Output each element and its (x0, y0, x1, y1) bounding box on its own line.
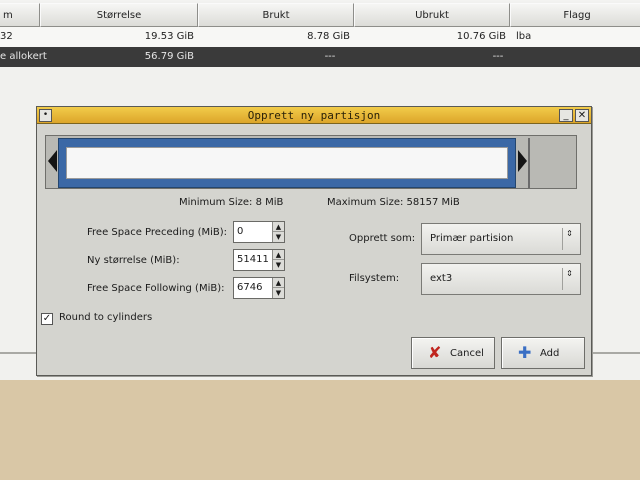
table-row[interactable]: 32 19.53 GiB 8.78 GiB 10.76 GiB lba (0, 27, 640, 47)
preceding-label: Free Space Preceding (MiB): (87, 227, 228, 238)
column-header-flags[interactable]: Flagg (510, 3, 640, 27)
cell-used: 8.78 GiB (307, 31, 350, 42)
spin-up-icon[interactable]: ▲ (273, 222, 284, 232)
combo-arrows-icon: ⇕ (562, 228, 576, 250)
create-as-label: Opprett som: (349, 233, 416, 244)
preceding-spinbox[interactable]: 0 ▲ ▼ (233, 221, 285, 243)
following-spinbox[interactable]: 6746 ▲ ▼ (233, 277, 285, 299)
spin-down-icon[interactable]: ▼ (273, 232, 284, 242)
column-header-size[interactable]: Størrelse (40, 3, 198, 27)
preceding-value[interactable]: 0 (237, 222, 243, 242)
dialog-title: Opprett ny partisjon (247, 109, 381, 122)
cancel-label: Cancel (450, 348, 484, 359)
add-label: Add (540, 348, 560, 359)
cell-flags: lba (516, 31, 532, 42)
spin-down-icon[interactable]: ▼ (273, 260, 284, 270)
column-header-partition[interactable]: m (0, 3, 40, 27)
following-value[interactable]: 6746 (237, 278, 262, 298)
cancel-button[interactable]: ✘ Cancel (411, 337, 495, 369)
new-size-value[interactable]: 51411 (237, 250, 269, 270)
spin-up-icon[interactable]: ▲ (273, 278, 284, 288)
create-as-value: Primær partision (430, 233, 514, 244)
create-partition-dialog: • Opprett ny partisjon _ ✕ Minimum Size:… (36, 106, 592, 376)
cell-unused: 10.76 GiB (456, 31, 506, 42)
new-size-spinbox[interactable]: 51411 ▲ ▼ (233, 249, 285, 271)
partition-bar[interactable] (58, 138, 516, 188)
cell-size: 56.79 GiB (144, 51, 194, 62)
right-resize-handle-icon[interactable] (518, 150, 527, 172)
cell-unused: --- (492, 51, 504, 62)
spin-down-icon[interactable]: ▼ (273, 288, 284, 298)
spin-up-icon[interactable]: ▲ (273, 250, 284, 260)
cell-used: --- (324, 51, 336, 62)
plus-icon: ✚ (518, 343, 532, 362)
add-button[interactable]: ✚ Add (501, 337, 585, 369)
filesystem-label: Filsystem: (349, 273, 400, 284)
x-icon: ✘ (428, 343, 442, 362)
filesystem-value: ext3 (430, 273, 453, 284)
dialog-titlebar[interactable]: • Opprett ny partisjon _ ✕ (37, 107, 591, 124)
column-header-used[interactable]: Brukt (198, 3, 354, 27)
left-resize-handle-icon[interactable] (48, 150, 57, 172)
filesystem-select[interactable]: ext3 ⇕ (421, 263, 581, 295)
maximum-size-label: Maximum Size: 58157 MiB (327, 197, 460, 208)
cell-size: 19.53 GiB (144, 31, 194, 42)
following-label: Free Space Following (MiB): (87, 283, 225, 294)
create-as-select[interactable]: Primær partision ⇕ (421, 223, 581, 255)
spin-buttons: ▲ ▼ (272, 250, 284, 270)
new-size-label: Ny størrelse (MiB): (87, 255, 180, 266)
table-header: m Størrelse Brukt Ubrukt Flagg (0, 0, 640, 28)
minimize-icon[interactable]: _ (559, 109, 573, 122)
spin-buttons: ▲ ▼ (272, 278, 284, 298)
partition-used-area (66, 147, 508, 179)
cell-partition: 32 (0, 31, 13, 42)
minimum-size-label: Minimum Size: 8 MiB (179, 197, 284, 208)
combo-arrows-icon: ⇕ (562, 268, 576, 290)
close-icon[interactable]: ✕ (575, 109, 589, 122)
cell-partition: e allokert (0, 51, 47, 62)
round-to-cylinders-label[interactable]: Round to cylinders (59, 312, 152, 323)
partition-resizer[interactable] (45, 135, 577, 189)
window-menu-icon[interactable]: • (39, 109, 52, 122)
round-to-cylinders-checkbox[interactable]: ✓ (41, 313, 53, 325)
spin-buttons: ▲ ▼ (272, 222, 284, 242)
free-space-divider (528, 138, 530, 188)
column-header-unused[interactable]: Ubrukt (354, 3, 510, 27)
table-row-selected[interactable]: e allokert 56.79 GiB --- --- (0, 47, 640, 67)
